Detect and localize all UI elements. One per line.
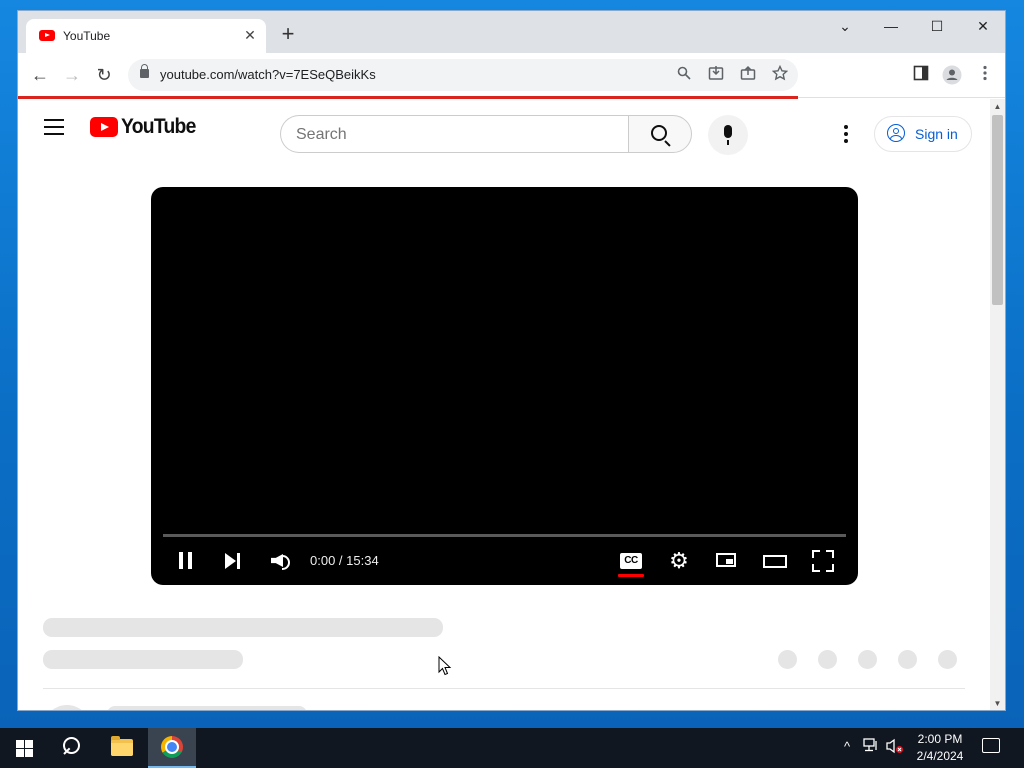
- time-display: 0:00 / 15:34: [310, 553, 379, 568]
- page-scrollbar[interactable]: ▲ ▼: [990, 99, 1005, 710]
- clock-date: 2/4/2024: [916, 749, 964, 763]
- close-window-button[interactable]: ✕: [960, 11, 1005, 41]
- video-progress-bar[interactable]: [163, 534, 846, 537]
- sign-in-label: Sign in: [915, 126, 958, 142]
- settings-gear-icon[interactable]: ⚙: [667, 549, 691, 573]
- microphone-icon: [724, 125, 732, 145]
- maximize-button[interactable]: ☐: [914, 11, 960, 41]
- action-placeholder: [898, 650, 917, 669]
- channel-placeholder: [43, 650, 243, 669]
- lock-icon[interactable]: [140, 64, 149, 78]
- sign-in-button[interactable]: Sign in: [874, 116, 972, 152]
- action-placeholder: [818, 650, 837, 669]
- pause-icon[interactable]: [177, 549, 201, 573]
- profile-icon[interactable]: [942, 65, 962, 85]
- action-placeholder: [858, 650, 877, 669]
- browser-window: YouTube ✕ + ⌄ — ☐ ✕ ← → ↻ youtube.com/wa…: [17, 10, 1006, 711]
- search-icon: [651, 125, 667, 141]
- avatar-placeholder: [43, 705, 91, 710]
- taskbar-search-button[interactable]: [48, 728, 96, 768]
- tab-search-button[interactable]: ⌄: [822, 11, 868, 41]
- miniplayer-icon[interactable]: [715, 549, 739, 573]
- chrome-taskbar-button[interactable]: [148, 728, 196, 768]
- title-placeholder: [43, 618, 443, 637]
- youtube-page: YouTube Search Sign in 0:00 / 15:34 CC ⚙: [18, 99, 990, 710]
- volume-icon[interactable]: [269, 549, 293, 573]
- back-button[interactable]: ←: [28, 63, 52, 87]
- start-button[interactable]: [0, 728, 48, 768]
- description-placeholder: [107, 706, 307, 710]
- browser-menu-icon[interactable]: [975, 65, 995, 85]
- network-icon[interactable]: [862, 738, 880, 756]
- captions-icon[interactable]: CC: [620, 553, 642, 569]
- guide-menu-icon[interactable]: [44, 119, 64, 135]
- browser-toolbar: ← → ↻ youtube.com/watch?v=7ESeQBeikKs: [18, 53, 1005, 98]
- scroll-up-icon[interactable]: ▲: [990, 101, 1005, 113]
- scroll-thumb[interactable]: [992, 115, 1003, 305]
- reload-button[interactable]: ↻: [92, 63, 116, 87]
- side-panel-icon[interactable]: [911, 65, 931, 85]
- captions-active-indicator: [618, 574, 644, 577]
- tab-close-icon[interactable]: ✕: [242, 27, 258, 43]
- address-bar[interactable]: youtube.com/watch?v=7ESeQBeikKs: [128, 59, 798, 91]
- theater-mode-icon[interactable]: [763, 549, 787, 573]
- voice-search-button[interactable]: [708, 115, 748, 155]
- action-placeholder: [938, 650, 957, 669]
- new-tab-button[interactable]: +: [276, 23, 300, 47]
- youtube-favicon-icon: [39, 30, 55, 41]
- bookmark-star-icon[interactable]: [770, 64, 790, 85]
- youtube-logo-text[interactable]: YouTube: [121, 115, 196, 139]
- fullscreen-icon[interactable]: [812, 550, 834, 572]
- tab-title: YouTube: [63, 29, 111, 43]
- divider: [43, 688, 965, 689]
- tab-youtube[interactable]: YouTube ✕: [26, 19, 266, 53]
- folder-icon: [111, 736, 133, 756]
- action-placeholder: [778, 650, 797, 669]
- clock[interactable]: 2:00 PM 2/4/2024: [905, 731, 975, 765]
- url-text[interactable]: youtube.com/watch?v=7ESeQBeikKs: [160, 67, 376, 82]
- forward-button[interactable]: →: [60, 63, 84, 87]
- tab-strip: YouTube ✕ + ⌄ — ☐ ✕: [18, 11, 1005, 53]
- show-hidden-icons-button[interactable]: ^: [838, 738, 856, 756]
- youtube-logo-icon[interactable]: [90, 117, 118, 137]
- windows-logo-icon: [16, 740, 33, 757]
- notifications-icon[interactable]: [982, 738, 1000, 753]
- minimize-button[interactable]: —: [868, 11, 914, 41]
- taskbar: ^ 2:00 PM 2/4/2024: [0, 728, 1024, 768]
- search-button[interactable]: [628, 115, 692, 153]
- search-input[interactable]: Search: [280, 115, 628, 153]
- settings-menu-icon[interactable]: [844, 125, 848, 143]
- share-icon[interactable]: [738, 65, 758, 85]
- file-explorer-taskbar-button[interactable]: [98, 728, 146, 768]
- search-placeholder: Search: [296, 126, 347, 143]
- account-circle-icon: [887, 124, 905, 142]
- zoom-search-icon[interactable]: [674, 65, 694, 85]
- clock-time: 2:00 PM: [917, 732, 963, 746]
- scroll-down-icon[interactable]: ▼: [990, 698, 1005, 710]
- install-app-icon[interactable]: [706, 65, 726, 85]
- mouse-cursor-icon: [438, 656, 452, 676]
- volume-muted-icon[interactable]: [886, 738, 904, 756]
- video-player[interactable]: 0:00 / 15:34 CC ⚙: [151, 187, 858, 585]
- chrome-icon: [161, 736, 183, 758]
- next-video-icon[interactable]: [221, 549, 245, 573]
